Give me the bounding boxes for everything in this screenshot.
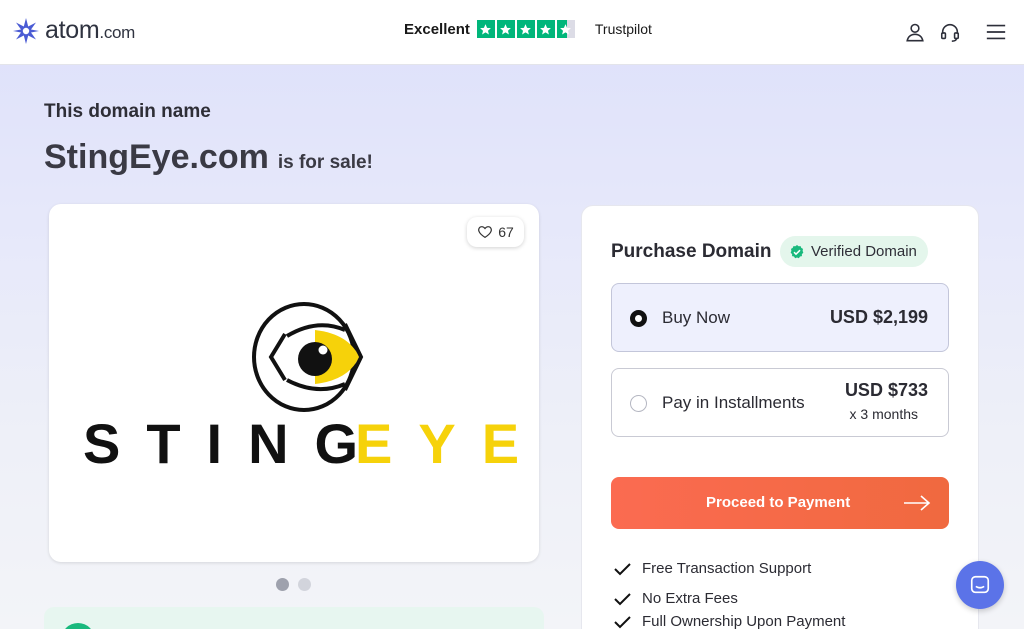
verified-label: Verified Domain <box>811 243 917 260</box>
trust-label: Excellent <box>404 20 470 38</box>
option-buy-now[interactable]: Buy Now USD $2,199 <box>611 283 949 352</box>
info-card-icon <box>61 623 95 629</box>
menu-icon[interactable] <box>985 21 1007 43</box>
installments-term: x 3 months <box>849 406 918 422</box>
verified-check-icon <box>790 244 804 258</box>
carousel-dot-2[interactable] <box>298 578 311 591</box>
feature-item: No Extra Fees <box>614 590 738 607</box>
star-icon <box>516 20 535 38</box>
installments-label: Pay in Installments <box>662 393 805 412</box>
trust-stars <box>476 20 575 38</box>
user-icon[interactable] <box>904 21 926 43</box>
eye-pupil <box>298 342 332 376</box>
domain-logo-image: STING EYE <box>83 302 539 475</box>
domain-name: StingEye.com <box>44 138 269 176</box>
half-star-icon <box>556 20 575 38</box>
heart-icon <box>478 226 493 239</box>
check-icon <box>614 562 631 575</box>
logo-text: atom.com <box>45 16 135 45</box>
verified-badge: Verified Domain <box>780 236 928 267</box>
proceed-to-payment-button[interactable]: Proceed to Payment <box>611 477 949 529</box>
domain-logo-card[interactable]: STING EYE 67 <box>49 204 539 562</box>
feature-label: Full Ownership Upon Payment <box>642 613 846 629</box>
site-header: atom.com Excellent Trustpilot <box>0 0 1024 65</box>
feature-item: Free Transaction Support <box>614 560 811 577</box>
installments-price: USD $733 <box>844 380 928 400</box>
eye-highlight <box>318 345 328 355</box>
radio-installments[interactable] <box>630 395 647 412</box>
check-icon <box>614 615 631 628</box>
star-logo-icon <box>13 17 39 44</box>
star-icon <box>496 20 515 38</box>
trust-brand: Trustpilot <box>594 21 652 37</box>
feature-label: Free Transaction Support <box>642 560 812 577</box>
check-icon <box>614 592 631 605</box>
for-sale-text: is for sale! <box>277 152 373 173</box>
like-button[interactable]: 67 <box>467 217 524 247</box>
hero-title: StingEye.com is for sale! <box>44 138 373 177</box>
eye-left-chevron <box>268 332 287 382</box>
star-icon <box>476 20 495 38</box>
carousel-dots <box>276 578 311 591</box>
buy-now-label: Buy Now <box>662 308 731 327</box>
logo-tld: .com <box>99 23 136 42</box>
radio-buy-now[interactable] <box>630 310 647 327</box>
chat-launcher-button[interactable] <box>956 561 1004 609</box>
feature-item: Full Ownership Upon Payment <box>614 613 845 629</box>
star-icon <box>536 20 555 38</box>
chat-icon <box>970 575 990 594</box>
logo-name: atom <box>45 16 100 44</box>
info-card <box>44 607 544 629</box>
hero-eyebrow: This domain name <box>44 101 211 122</box>
headset-icon[interactable] <box>939 21 961 43</box>
like-count: 67 <box>498 224 514 240</box>
proceed-label: Proceed to Payment <box>706 494 851 511</box>
atom-logo[interactable]: atom.com <box>12 16 135 45</box>
purchase-title: Purchase Domain <box>611 241 772 262</box>
carousel-dot-1[interactable] <box>276 578 289 591</box>
arrow-right-icon <box>904 495 931 511</box>
logo-word-black: STING <box>83 412 384 475</box>
feature-label: No Extra Fees <box>642 590 738 607</box>
option-installments[interactable]: Pay in Installments USD $733 x 3 months <box>611 368 949 437</box>
buy-now-price: USD $2,199 <box>829 307 928 327</box>
logo-word-yellow: EYE <box>355 412 539 475</box>
trustpilot-widget[interactable]: Excellent Trustpilot <box>404 20 652 38</box>
